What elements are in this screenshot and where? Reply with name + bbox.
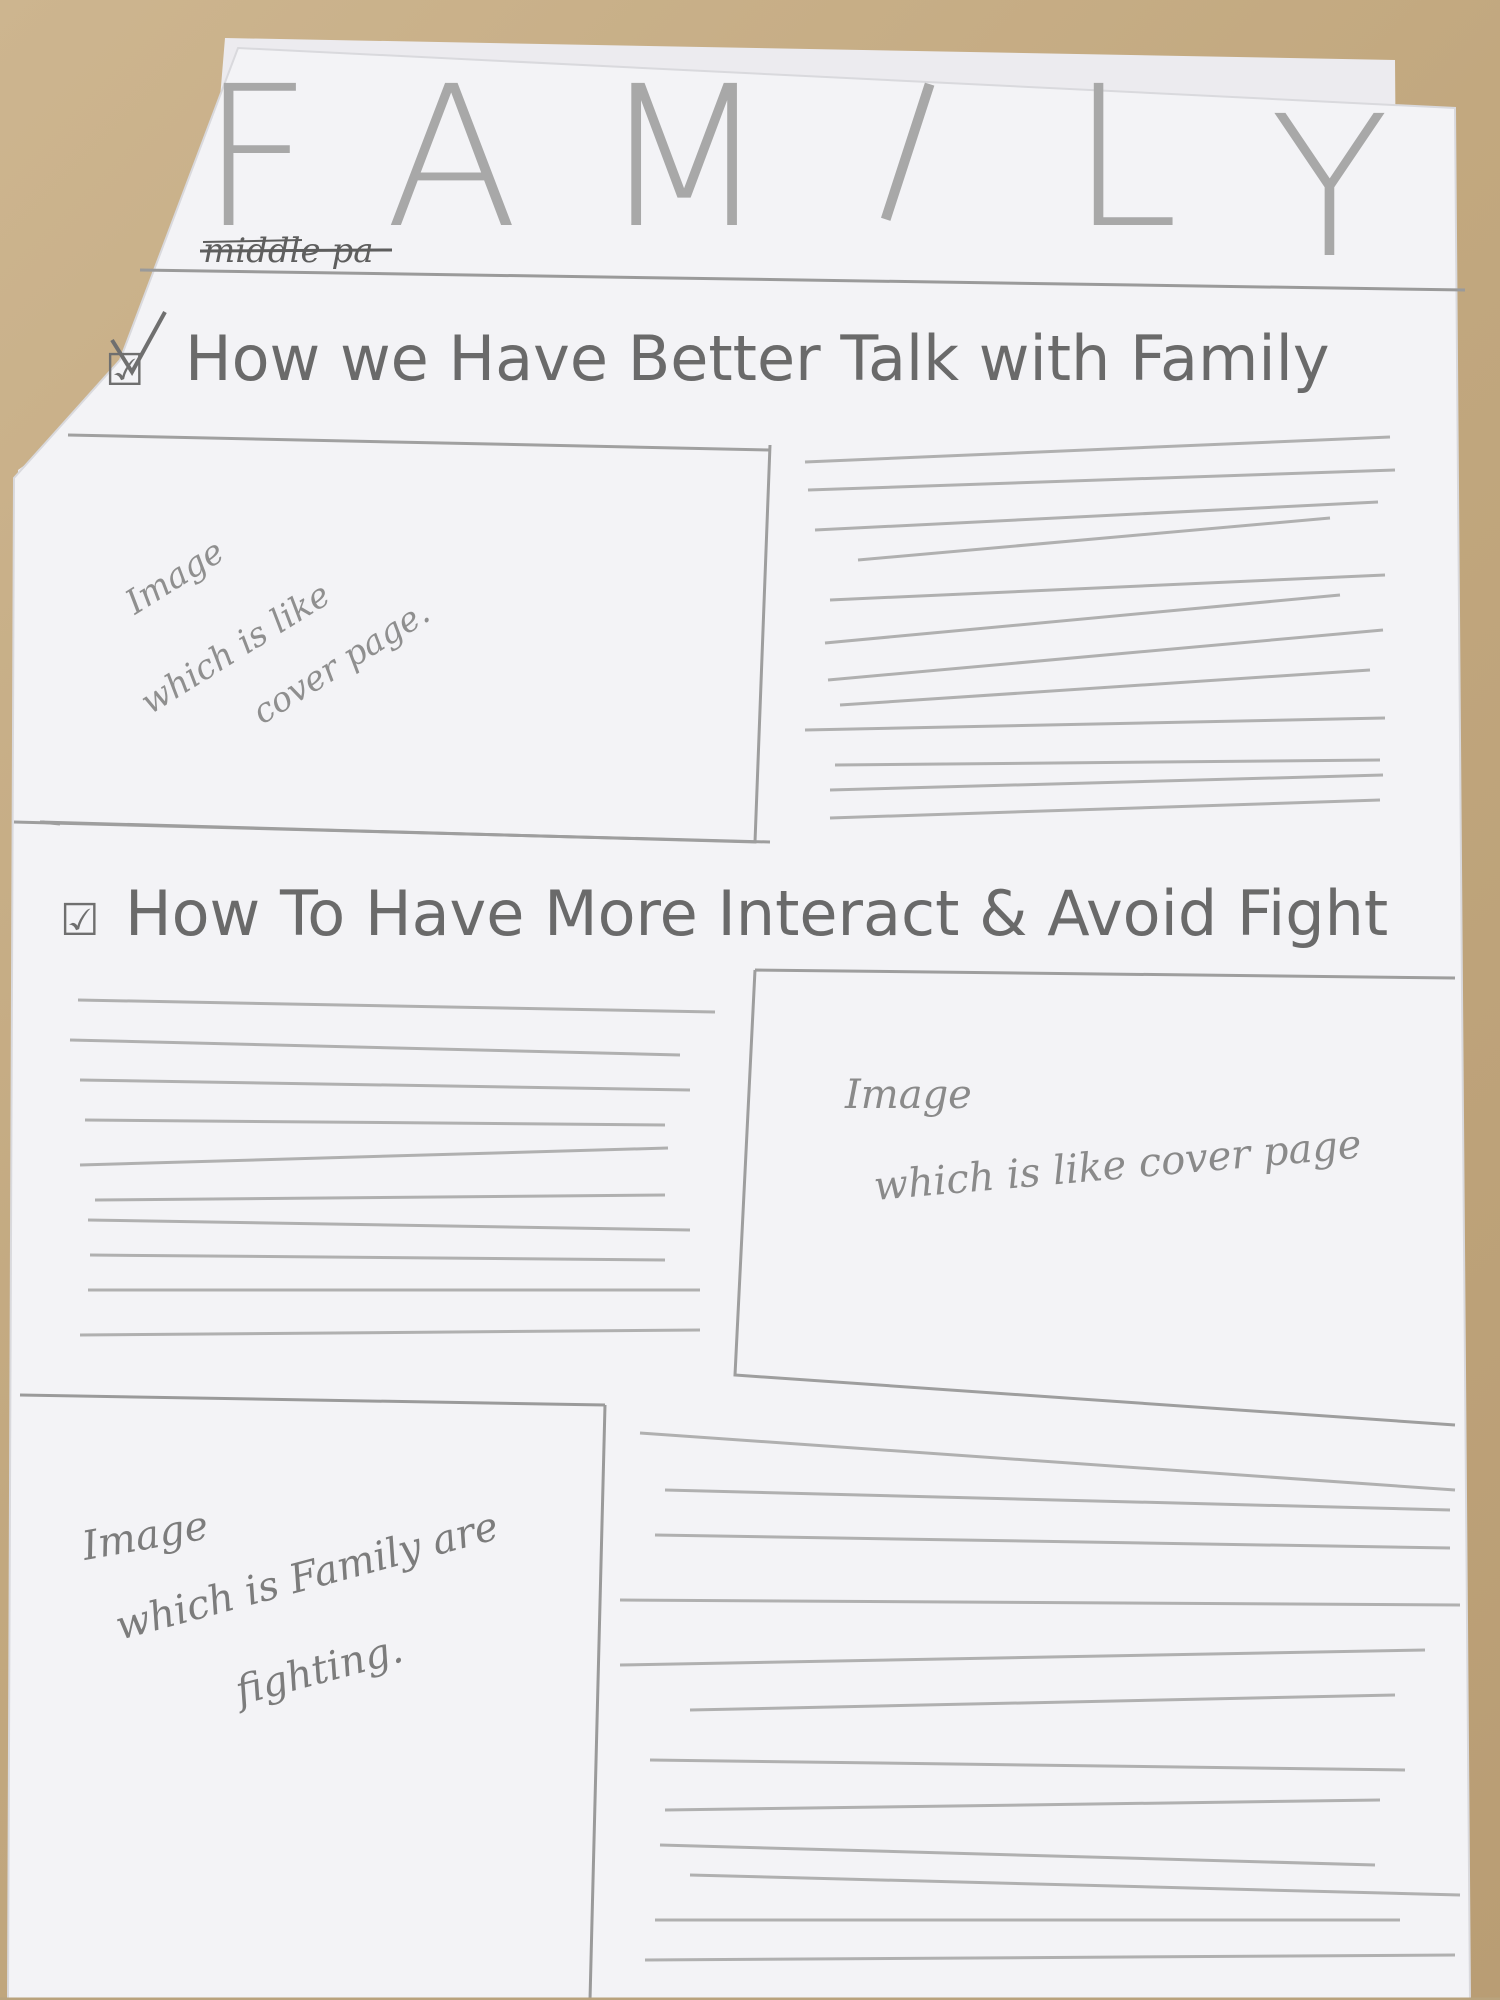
section1-heading: How we Have Better Talk with Family (185, 322, 1330, 395)
strike-line (199, 248, 393, 253)
title-letter-y: Y (1270, 74, 1389, 301)
title-letter-m: M (600, 44, 768, 271)
section1-checkbox: ☑ (105, 345, 144, 396)
title-letter-l: L (1070, 44, 1179, 271)
sketch-photo: F A M I L Y middle pa ☑ How we Have Bett… (0, 38, 1500, 2000)
section2-checkbox: ☑ (60, 895, 99, 946)
section2-heading: How To Have More Interact & Avoid Fight (125, 877, 1388, 950)
title-letter-a: A (385, 44, 518, 271)
image-label-line: Image (844, 1072, 972, 1118)
